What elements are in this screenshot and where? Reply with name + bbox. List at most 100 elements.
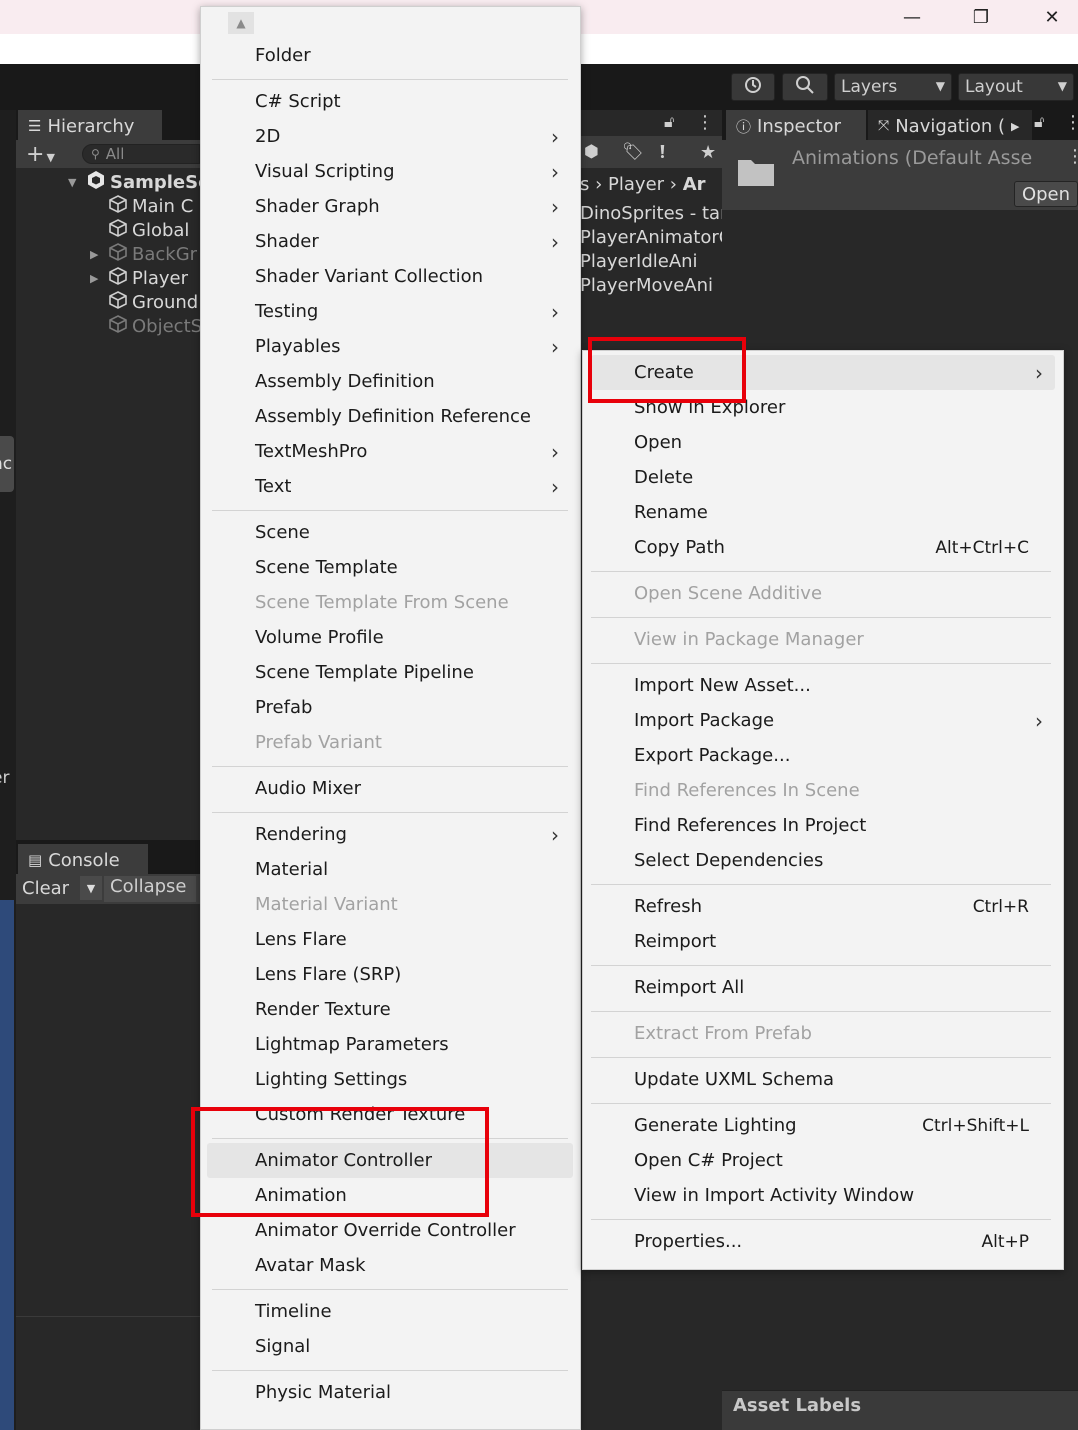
menu-separator xyxy=(591,617,1051,618)
hierarchy-item[interactable]: Global xyxy=(108,218,189,243)
kebab-menu-icon[interactable]: ⋮ xyxy=(696,112,714,133)
menu-item-label: Scene Template Pipeline xyxy=(255,662,474,683)
menu-item-export-package[interactable]: Export Package... xyxy=(583,739,1063,772)
asset-list-item[interactable]: PlayerIdleAni xyxy=(580,251,698,272)
layers-dropdown[interactable]: Layers ▼ xyxy=(834,73,952,101)
filter-type-icon[interactable]: ⬢ xyxy=(584,142,599,162)
minimize-button[interactable]: — xyxy=(889,0,935,34)
close-button[interactable]: ✕ xyxy=(1029,0,1075,34)
menu-item-import-package[interactable]: Import Package › xyxy=(583,704,1063,737)
breadcrumb-item[interactable]: Ar xyxy=(683,174,706,195)
menu-item-prefab[interactable]: Prefab xyxy=(201,691,580,724)
hierarchy-item[interactable]: Ground xyxy=(108,290,198,315)
menu-item-render-texture[interactable]: Render Texture xyxy=(201,993,580,1026)
menu-item-shader-variant-collection[interactable]: Shader Variant Collection xyxy=(201,260,580,293)
menu-item-material[interactable]: Material xyxy=(201,853,580,886)
chevron-right-icon: › xyxy=(595,174,609,195)
asset-labels-header[interactable]: Asset Labels xyxy=(722,1390,1078,1430)
menu-item-import-new-asset[interactable]: Import New Asset... xyxy=(583,669,1063,702)
tab-inspector[interactable]: ⓘ Inspector xyxy=(726,110,866,140)
hierarchy-item[interactable]: ObjectS xyxy=(108,314,202,339)
menu-item-timeline[interactable]: Timeline xyxy=(201,1295,580,1328)
unity-scene-icon xyxy=(86,170,106,195)
kebab-menu-icon[interactable]: ⋮ xyxy=(1064,112,1078,133)
breadcrumb-item[interactable]: s xyxy=(580,174,589,195)
menu-item-textmeshpro[interactable]: TextMeshPro › xyxy=(201,435,580,468)
menu-item-select-dependencies[interactable]: Select Dependencies xyxy=(583,844,1063,877)
warning-icon[interactable]: ❗︎ xyxy=(660,142,665,163)
open-button[interactable]: Open xyxy=(1014,181,1078,207)
menu-item-lens-flare-srp[interactable]: Lens Flare (SRP) xyxy=(201,958,580,991)
clear-button[interactable]: Clear xyxy=(22,878,69,899)
collapse-toggle[interactable]: Collapse xyxy=(104,876,196,902)
menu-item-audio-mixer[interactable]: Audio Mixer xyxy=(201,772,580,805)
lock-icon[interactable]: 🔓︎ xyxy=(664,112,674,132)
menu-item-text[interactable]: Text › xyxy=(201,470,580,503)
menu-item-testing[interactable]: Testing › xyxy=(201,295,580,328)
menu-item-copy-path[interactable]: Copy Path Alt+Ctrl+C xyxy=(583,531,1063,564)
tab-console[interactable]: ▤ Console xyxy=(18,844,148,874)
hierarchy-item[interactable]: ▶ Player xyxy=(90,266,188,291)
scroll-up-button[interactable]: ▲ xyxy=(228,12,254,34)
menu-item-generate-lighting[interactable]: Generate Lighting Ctrl+Shift+L xyxy=(583,1109,1063,1142)
menu-item-update-uxml-schema[interactable]: Update UXML Schema xyxy=(583,1063,1063,1096)
asset-list-item[interactable]: PlayerAnimatorC xyxy=(580,227,731,248)
clear-options-dropdown[interactable]: ▼ xyxy=(80,876,102,900)
add-button[interactable]: + ▼ xyxy=(26,142,55,167)
breadcrumb-item[interactable]: Player xyxy=(608,174,664,195)
menu-item-open[interactable]: Open xyxy=(583,426,1063,459)
asset-list-item[interactable]: PlayerMoveAni xyxy=(580,275,713,296)
label-tag-icon[interactable]: 🏷︎ xyxy=(622,142,644,162)
menu-item-scene-template[interactable]: Scene Template xyxy=(201,551,580,584)
menu-item-scene[interactable]: Scene xyxy=(201,516,580,549)
menu-item-rendering[interactable]: Rendering › xyxy=(201,818,580,851)
lock-icon[interactable]: 🔓︎ xyxy=(1034,112,1044,132)
menu-item-view-in-import-activity-window[interactable]: View in Import Activity Window xyxy=(583,1179,1063,1212)
side-tab-label: nc xyxy=(0,454,13,474)
menu-item-open-c-project[interactable]: Open C# Project xyxy=(583,1144,1063,1177)
menu-item-scene-template-pipeline[interactable]: Scene Template Pipeline xyxy=(201,656,580,689)
kebab-menu-icon[interactable]: ⋮ xyxy=(1066,146,1078,167)
menu-item-physic-material[interactable]: Physic Material xyxy=(201,1376,580,1409)
menu-item-properties[interactable]: Properties... Alt+P xyxy=(583,1225,1063,1258)
menu-item-playables[interactable]: Playables › xyxy=(201,330,580,363)
star-icon[interactable]: ★ xyxy=(700,142,716,163)
layout-dropdown[interactable]: Layout ▼ xyxy=(958,73,1074,101)
maximize-button[interactable]: ❐ xyxy=(958,0,1004,34)
menu-item-reimport-all[interactable]: Reimport All xyxy=(583,971,1063,1004)
tab-navigation[interactable]: ⤧ Navigation ( ▶ xyxy=(868,110,1032,140)
menu-item-2d[interactable]: 2D › xyxy=(201,120,580,153)
history-button[interactable] xyxy=(731,73,775,101)
asset-list-item[interactable]: DinoSprites - tar xyxy=(580,203,727,224)
hierarchy-item[interactable]: Main C xyxy=(108,194,193,219)
chevron-right-icon: › xyxy=(551,474,559,499)
menu-item-delete[interactable]: Delete xyxy=(583,461,1063,494)
hierarchy-search-input[interactable]: ⚲ All xyxy=(82,144,200,164)
menu-item-refresh[interactable]: Refresh Ctrl+R xyxy=(583,890,1063,923)
menu-item-c-script[interactable]: C# Script xyxy=(201,85,580,118)
menu-item-assembly-definition[interactable]: Assembly Definition xyxy=(201,365,580,398)
menu-item-shader[interactable]: Shader › xyxy=(201,225,580,258)
menu-item-lighting-settings[interactable]: Lighting Settings xyxy=(201,1063,580,1096)
search-button[interactable] xyxy=(782,73,828,101)
tab-hierarchy[interactable]: ☰ Hierarchy xyxy=(18,110,162,140)
menu-item-signal[interactable]: Signal xyxy=(201,1330,580,1363)
menu-item-shader-graph[interactable]: Shader Graph › xyxy=(201,190,580,223)
menu-item-assembly-definition-reference[interactable]: Assembly Definition Reference xyxy=(201,400,580,433)
menu-item-visual-scripting[interactable]: Visual Scripting › xyxy=(201,155,580,188)
scene-root[interactable]: ▼ SampleSc xyxy=(68,170,209,195)
menu-item-folder[interactable]: Folder xyxy=(201,39,580,72)
side-tab[interactable]: nc xyxy=(0,436,14,492)
menu-item-label: Signal xyxy=(255,1336,311,1357)
menu-item-view-in-package-manager: View in Package Manager xyxy=(583,623,1063,656)
menu-item-avatar-mask[interactable]: Avatar Mask xyxy=(201,1249,580,1282)
menu-item-volume-profile[interactable]: Volume Profile xyxy=(201,621,580,654)
menu-item-find-references-in-project[interactable]: Find References In Project xyxy=(583,809,1063,842)
gameobject-icon xyxy=(108,194,128,219)
menu-item-animator-override-controller[interactable]: Animator Override Controller xyxy=(201,1214,580,1247)
menu-item-rename[interactable]: Rename xyxy=(583,496,1063,529)
menu-item-reimport[interactable]: Reimport xyxy=(583,925,1063,958)
menu-item-lens-flare[interactable]: Lens Flare xyxy=(201,923,580,956)
hierarchy-item[interactable]: ▶ BackGr xyxy=(90,242,197,267)
menu-item-lightmap-parameters[interactable]: Lightmap Parameters xyxy=(201,1028,580,1061)
